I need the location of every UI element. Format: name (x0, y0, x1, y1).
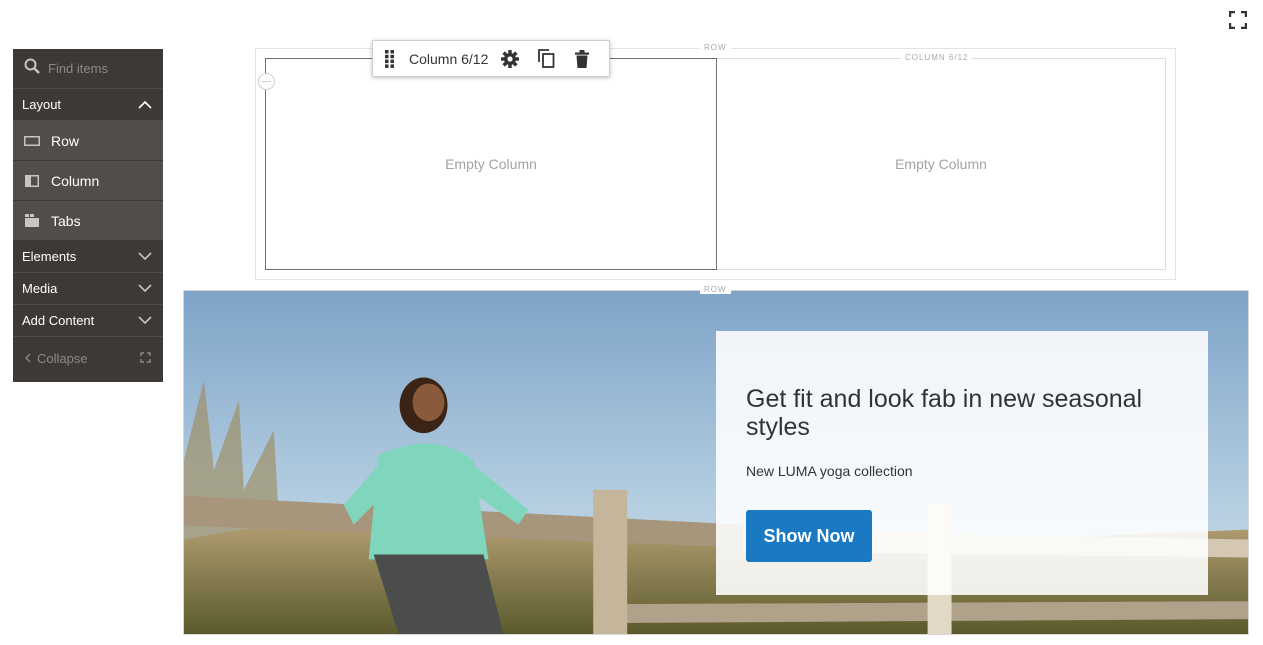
banner-row[interactable]: Get fit and look fab in new seasonal sty… (183, 290, 1249, 635)
empty-column-text: Empty Column (895, 156, 987, 172)
chevron-up-icon (138, 97, 152, 112)
column-resize-handle[interactable] (258, 73, 275, 90)
sidebar-item-row[interactable]: Row (13, 121, 163, 161)
trash-icon[interactable] (572, 49, 592, 69)
sidebar-item-label: Row (51, 132, 80, 149)
empty-column-text: Empty Column (445, 156, 537, 172)
section-add-content[interactable]: Add Content (13, 305, 163, 337)
chevron-down-icon (138, 249, 152, 264)
banner-row-label: ROW (700, 285, 731, 294)
column-label: COLUMN 6/12 (901, 53, 973, 62)
collapse-button[interactable]: Collapse (13, 337, 163, 379)
fullscreen-icon[interactable] (1228, 10, 1248, 30)
section-layout[interactable]: Layout (13, 89, 163, 121)
sidebar-item-label: Tabs (51, 212, 81, 229)
search-icon (24, 58, 40, 79)
gear-icon[interactable] (500, 49, 520, 69)
sidebar-item-label: Column (51, 172, 100, 189)
section-elements[interactable]: Elements (13, 241, 163, 273)
banner-content-overlay: Get fit and look fab in new seasonal sty… (716, 331, 1208, 595)
column-right[interactable]: Empty Column (717, 58, 1166, 270)
collapse-label: Collapse (37, 350, 88, 366)
drag-handle-icon[interactable] (385, 49, 395, 68)
copy-icon[interactable] (536, 49, 556, 69)
column-left[interactable]: Empty Column (265, 58, 717, 270)
tabs-icon (24, 214, 40, 228)
section-media[interactable]: Media (13, 273, 163, 305)
search-input[interactable]: Find items (13, 49, 163, 89)
banner-subtitle: New LUMA yoga collection (746, 463, 913, 479)
row-label: ROW (700, 43, 731, 52)
sidebar-item-column[interactable]: Column (13, 161, 163, 201)
row-icon (24, 134, 40, 148)
sidebar-item-tabs[interactable]: Tabs (13, 201, 163, 241)
banner-title: Get fit and look fab in new seasonal sty… (746, 385, 1143, 441)
show-now-button[interactable]: Show Now (746, 510, 872, 562)
expand-icon[interactable] (140, 351, 151, 366)
section-layout-label: Layout (22, 97, 62, 112)
search-placeholder: Find items (48, 61, 108, 76)
column-icon (24, 174, 40, 188)
toolbar-title: Column 6/12 (409, 50, 489, 67)
section-elements-label: Elements (22, 249, 77, 264)
chevron-down-icon (138, 281, 152, 296)
column-options-toolbar: Column 6/12 (372, 40, 610, 77)
chevron-left-icon (25, 351, 31, 366)
section-media-label: Media (22, 281, 58, 296)
section-add-content-label: Add Content (22, 313, 95, 328)
chevron-down-icon (138, 313, 152, 328)
page-builder-panel: Find items Layout Row Column Tabs Elemen… (13, 49, 163, 382)
